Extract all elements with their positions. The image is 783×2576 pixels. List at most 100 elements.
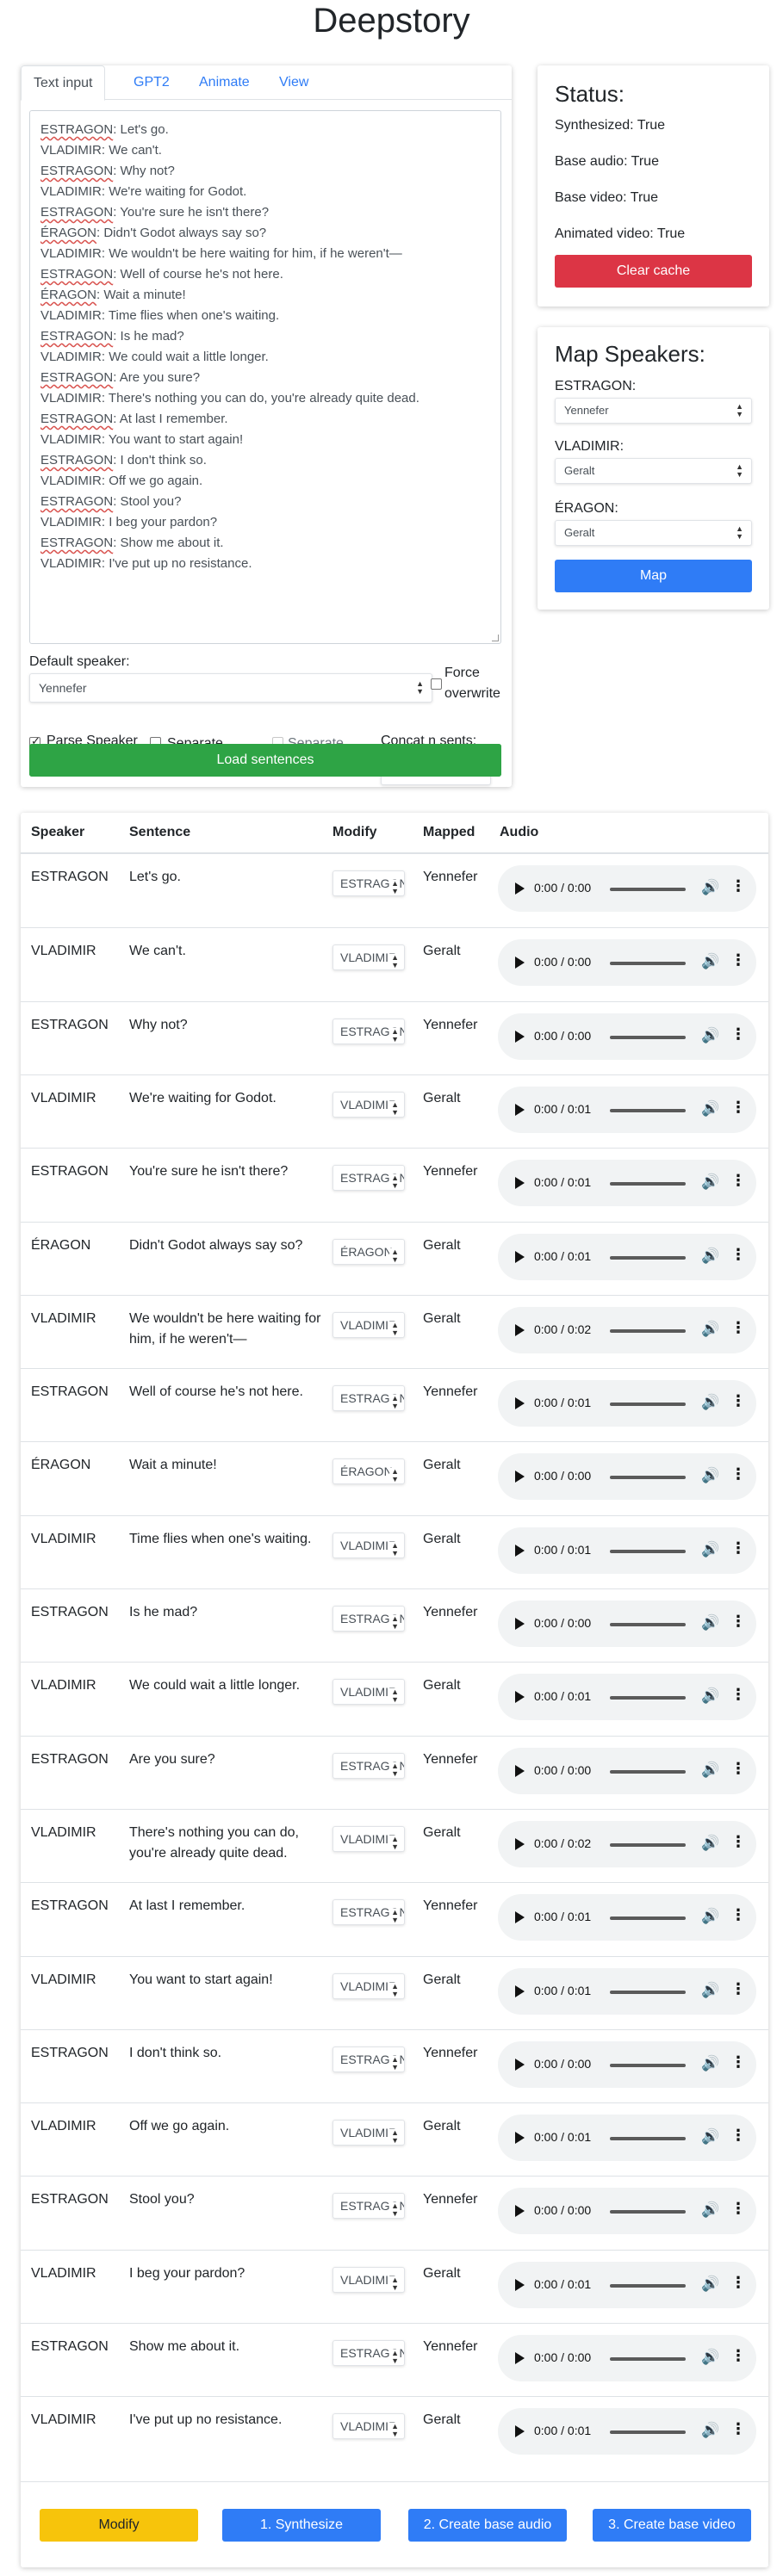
play-icon[interactable] (515, 1103, 525, 1116)
volume-icon[interactable]: 🔊 (701, 1908, 719, 1925)
more-options-icon[interactable]: ⋮ (730, 1246, 746, 1264)
row-modify-select[interactable]: VLADIMIR ▲ ▼ (332, 1532, 405, 1558)
audio-progress-track[interactable] (610, 1623, 686, 1626)
audio-progress-track[interactable] (610, 1769, 686, 1774)
volume-icon[interactable]: 🔊 (701, 953, 719, 970)
more-options-icon[interactable]: ⋮ (730, 1172, 746, 1190)
modify-button[interactable]: Modify (40, 2509, 198, 2542)
more-options-icon[interactable]: ⋮ (730, 1980, 746, 1998)
play-icon[interactable] (515, 1471, 525, 1483)
more-options-icon[interactable]: ⋮ (730, 1465, 746, 1483)
audio-progress-track[interactable] (610, 1328, 686, 1333)
play-icon[interactable] (515, 2278, 525, 2291)
play-icon[interactable] (515, 1837, 525, 1850)
row-modify-select[interactable]: VLADIMIR ▲ ▼ (332, 944, 405, 971)
volume-icon[interactable]: 🔊 (701, 1541, 719, 1558)
create-base-video-button[interactable]: 3. Create base video (593, 2509, 751, 2542)
audio-progress-track[interactable] (610, 1549, 686, 1553)
play-icon[interactable] (515, 1030, 525, 1043)
volume-icon[interactable]: 🔊 (701, 2349, 719, 2366)
more-options-icon[interactable]: ⋮ (730, 2127, 746, 2145)
more-options-icon[interactable]: ⋮ (730, 1906, 746, 1924)
row-modify-select[interactable]: ESTRAGON ▲ ▼ (332, 2193, 405, 2220)
audio-player[interactable]: 0:00 / 0:01 🔊 ⋮ (498, 1894, 756, 1941)
more-options-icon[interactable]: ⋮ (730, 1025, 746, 1043)
audio-player[interactable]: 0:00 / 0:01 🔊 ⋮ (498, 2261, 756, 2308)
audio-progress-track[interactable] (610, 2430, 686, 2435)
audio-player[interactable]: 0:00 / 0:00 🔊 ⋮ (498, 1453, 756, 1501)
play-icon[interactable] (515, 1618, 525, 1630)
row-modify-select[interactable]: ÉRAGON ▲ ▼ (332, 1458, 405, 1485)
play-icon[interactable] (515, 1544, 525, 1557)
volume-icon[interactable]: 🔊 (701, 1394, 719, 1411)
row-modify-select[interactable]: ESTRAGON ▲ ▼ (332, 1165, 405, 1192)
clear-cache-button[interactable]: Clear cache (555, 255, 752, 288)
volume-icon[interactable]: 🔊 (701, 1248, 719, 1265)
audio-player[interactable]: 0:00 / 0:00 🔊 ⋮ (498, 2335, 756, 2381)
more-options-icon[interactable]: ⋮ (730, 2053, 746, 2071)
play-icon[interactable] (515, 1911, 525, 1924)
audio-player[interactable]: 0:00 / 0:01 🔊 ⋮ (498, 1233, 756, 1280)
script-textarea[interactable]: ESTRAGON: Let's go. VLADIMIR: We can't. ES… (29, 110, 501, 644)
synthesize-button[interactable]: 1. Synthesize (222, 2509, 381, 2542)
row-modify-select[interactable]: ESTRAGON ▲ ▼ (332, 1018, 405, 1044)
play-icon[interactable] (515, 2425, 525, 2438)
volume-icon[interactable]: 🔊 (701, 1687, 719, 1705)
tab-view[interactable]: View (267, 65, 320, 100)
play-icon[interactable] (515, 2058, 525, 2071)
volume-icon[interactable]: 🔊 (701, 1321, 719, 1338)
play-icon[interactable] (515, 2352, 525, 2364)
audio-player[interactable]: 0:00 / 0:01 🔊 ⋮ (498, 1526, 756, 1574)
play-icon[interactable] (515, 1397, 525, 1410)
audio-progress-track[interactable] (610, 1842, 686, 1847)
volume-icon[interactable]: 🔊 (701, 1467, 719, 1484)
play-icon[interactable] (515, 1250, 525, 1263)
row-modify-select[interactable]: VLADIMIR ▲ ▼ (332, 2266, 405, 2293)
row-modify-select[interactable]: VLADIMIR ▲ ▼ (332, 2120, 405, 2146)
row-modify-select[interactable]: VLADIMIR ▲ ▼ (332, 1825, 405, 1852)
row-modify-select[interactable]: ESTRAGON ▲ ▼ (332, 2046, 405, 2072)
play-icon[interactable] (515, 2205, 525, 2218)
audio-player[interactable]: 0:00 / 0:01 🔊 ⋮ (498, 1160, 756, 1207)
more-options-icon[interactable]: ⋮ (730, 1099, 746, 1117)
play-icon[interactable] (515, 2132, 525, 2145)
tab-text-input[interactable]: Text input (21, 65, 106, 101)
tab-animate[interactable]: Animate (187, 65, 262, 100)
audio-progress-track[interactable] (610, 1255, 686, 1260)
volume-icon[interactable]: 🔊 (701, 1027, 719, 1044)
play-icon[interactable] (515, 1177, 525, 1190)
audio-progress-track[interactable] (610, 888, 686, 891)
audio-player[interactable]: 0:00 / 0:00 🔊 ⋮ (498, 1012, 756, 1060)
audio-progress-track[interactable] (610, 1403, 686, 1407)
audio-player[interactable]: 0:00 / 0:01 🔊 ⋮ (498, 1967, 756, 2015)
audio-player[interactable]: 0:00 / 0:01 🔊 ⋮ (498, 2115, 756, 2162)
more-options-icon[interactable]: ⋮ (730, 951, 746, 969)
audio-progress-track[interactable] (610, 2137, 686, 2141)
row-modify-select[interactable]: ESTRAGON ▲ ▼ (332, 1752, 405, 1779)
volume-icon[interactable]: 🔊 (701, 2276, 719, 2293)
map-select-eragon[interactable]: Geralt ▲ ▼ (555, 520, 752, 546)
play-icon[interactable] (515, 1985, 525, 1997)
map-select-vladimir[interactable]: Geralt ▲ ▼ (555, 458, 752, 484)
audio-player[interactable]: 0:00 / 0:00 🔊 ⋮ (498, 939, 756, 987)
audio-progress-track[interactable] (610, 1917, 686, 1921)
row-modify-select[interactable]: VLADIMIR ▲ ▼ (332, 1679, 405, 1706)
more-options-icon[interactable]: ⋮ (730, 1392, 746, 1410)
more-options-icon[interactable]: ⋮ (730, 2347, 746, 2365)
row-modify-select[interactable]: ESTRAGON ▲ ▼ (332, 1385, 405, 1412)
audio-progress-track[interactable] (610, 1476, 686, 1480)
map-select-estragon[interactable]: Yennefer ▲ ▼ (555, 398, 752, 424)
row-modify-select[interactable]: ESTRAGON ▲ ▼ (332, 870, 405, 896)
more-options-icon[interactable]: ⋮ (730, 2420, 746, 2438)
play-icon[interactable] (515, 882, 525, 895)
volume-icon[interactable]: 🔊 (701, 2055, 719, 2072)
force-overwrite-checkbox[interactable] (431, 678, 442, 690)
audio-progress-track[interactable] (610, 962, 686, 966)
row-modify-select[interactable]: ESTRAGON ▲ ▼ (332, 2340, 405, 2366)
play-icon[interactable] (515, 1764, 525, 1777)
more-options-icon[interactable]: ⋮ (730, 877, 746, 895)
audio-player[interactable]: 0:00 / 0:01 🔊 ⋮ (498, 1674, 756, 1721)
resize-handle[interactable] (492, 635, 499, 641)
more-options-icon[interactable]: ⋮ (730, 1613, 746, 1631)
play-icon[interactable] (515, 1691, 525, 1704)
